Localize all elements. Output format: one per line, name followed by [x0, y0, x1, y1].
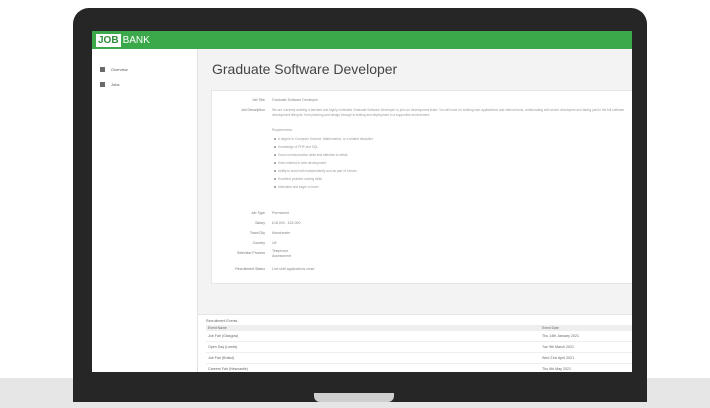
- recruitment-status-value: Live until applications close: [272, 267, 315, 271]
- job-type-value: Permanent: [272, 211, 290, 215]
- laptop-hinge: [314, 393, 394, 402]
- selection-process-value-1: Telephone: [272, 249, 289, 253]
- event-date: Wed 21st April 2021: [542, 356, 575, 360]
- requirement-item: Keen interest in web development: [273, 161, 327, 165]
- column-header[interactable]: Event Date: [542, 326, 559, 330]
- main-content: Graduate Software Developer Job Title Gr…: [198, 49, 632, 372]
- logo-box: JOB: [96, 33, 121, 47]
- requirement-item: Motivated and eager to learn: [274, 185, 319, 189]
- event-date: Tue 9th March 2021: [542, 345, 575, 349]
- job-details-card: Job Title Graduate Software Developer Jo…: [211, 90, 632, 284]
- event-name: Careers Fair (Newcastle): [208, 367, 248, 371]
- column-header[interactable]: Event Name: [208, 326, 227, 330]
- job-description-label: Job Description: [240, 108, 265, 112]
- event-name: Job Fair (Bristol): [208, 356, 235, 360]
- recruitment-status-label: Recruitment Status: [235, 267, 265, 271]
- salary-value: £18,000 - £24,000: [272, 221, 301, 225]
- table-row[interactable]: Job Fair (Glasgow) Thu 14th January 2021: [206, 331, 632, 342]
- requirement-item: A degree in Computer Science, Mathematic…: [274, 137, 373, 141]
- requirements-heading: Requirements:: [272, 128, 293, 132]
- table-row[interactable]: Open Day (Leeds) Tue 9th March 2021: [206, 342, 632, 353]
- event-name: Open Day (Leeds): [208, 345, 238, 349]
- requirement-item: Good communication skills and attention …: [273, 153, 348, 157]
- sidebar: Overview Jobs: [92, 49, 198, 372]
- sidebar-item-jobs[interactable]: Jobs: [100, 82, 119, 87]
- app-logo[interactable]: JOB BANK: [96, 33, 150, 47]
- page-title: Graduate Software Developer: [212, 61, 398, 77]
- table-row[interactable]: Job Fair (Bristol) Wed 21st April 2021: [206, 353, 632, 364]
- job-title-value: Graduate Software Developer: [272, 98, 319, 102]
- logo-text: BANK: [122, 34, 150, 46]
- recruitment-events-card: Recruitment Events Event Name Event Date…: [198, 314, 632, 372]
- briefcase-icon: [100, 82, 105, 87]
- table-row[interactable]: Careers Fair (Newcastle) Thu 6th May 202…: [206, 364, 632, 372]
- event-date: Thu 6th May 2021: [542, 367, 571, 371]
- table-title: Recruitment Events: [206, 319, 238, 323]
- dashboard-icon: [100, 67, 105, 72]
- requirement-item: Ability to work both independently and a…: [274, 169, 357, 173]
- sidebar-item-label: Overview: [111, 67, 128, 72]
- event-name: Job Fair (Glasgow): [208, 334, 239, 338]
- requirement-item: Knowledge of PHP and SQL: [273, 145, 319, 149]
- sidebar-item-overview[interactable]: Overview: [100, 67, 128, 72]
- selection-process-value-2: Assessment: [272, 254, 292, 258]
- salary-label: Salary: [255, 221, 265, 225]
- job-type-label: Job Type: [250, 211, 265, 215]
- laptop-screen: JOB BANK Overview Jobs Graduate Software…: [92, 31, 632, 372]
- sidebar-item-label: Jobs: [111, 82, 120, 87]
- requirement-item: Excellent problem solving skills: [274, 177, 322, 181]
- top-bar: JOB BANK: [92, 31, 632, 49]
- town-value: Manchester: [272, 231, 291, 235]
- selection-process-label: Selection Process: [236, 251, 265, 255]
- event-date: Thu 14th January 2021: [542, 334, 579, 338]
- job-title-label: Job Title: [251, 98, 265, 102]
- job-description-text: We are currently seeking a talented and …: [272, 108, 625, 117]
- town-label: Town/City: [249, 231, 265, 235]
- country-value: UK: [272, 241, 277, 245]
- country-label: Country: [252, 241, 265, 245]
